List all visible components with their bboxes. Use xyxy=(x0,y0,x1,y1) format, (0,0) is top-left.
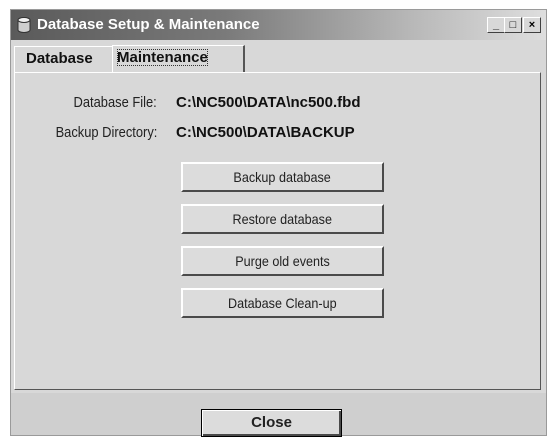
restore-database-button[interactable]: Restore database xyxy=(181,204,384,234)
close-window-button[interactable]: × xyxy=(523,17,541,33)
restore-database-label: Restore database xyxy=(232,211,333,227)
purge-old-events-button[interactable]: Purge old events xyxy=(181,246,384,276)
backup-database-button[interactable]: Backup database xyxy=(181,162,384,192)
database-cleanup-label: Database Clean-up xyxy=(228,295,337,311)
backup-directory-value: C:\NC500\DATA\BACKUP xyxy=(176,124,355,141)
backup-directory-label: Backup Directory: xyxy=(55,124,157,141)
window-title: Database Setup & Maintenance xyxy=(37,16,260,33)
tab-maintenance-label: Maintenance xyxy=(117,49,208,66)
title-bar[interactable]: Database Setup & Maintenance _ □ × xyxy=(11,10,546,40)
minimize-button[interactable]: _ xyxy=(487,17,505,33)
maximize-button[interactable]: □ xyxy=(504,17,522,33)
database-file-label: Database File: xyxy=(73,94,157,111)
tab-database-label: Database xyxy=(26,50,93,67)
backup-database-label: Backup database xyxy=(233,169,332,185)
tab-maintenance[interactable]: Maintenance xyxy=(112,45,245,73)
database-setup-window: Database Setup & Maintenance _ □ × Datab… xyxy=(10,9,547,437)
database-cleanup-button[interactable]: Database Clean-up xyxy=(181,288,384,318)
purge-old-events-label: Purge old events xyxy=(235,253,330,269)
tab-database[interactable]: Database xyxy=(14,46,112,72)
database-icon xyxy=(17,17,31,33)
database-file-value: C:\NC500\DATA\nc500.fbd xyxy=(176,94,361,111)
close-button[interactable]: Close xyxy=(201,409,342,437)
